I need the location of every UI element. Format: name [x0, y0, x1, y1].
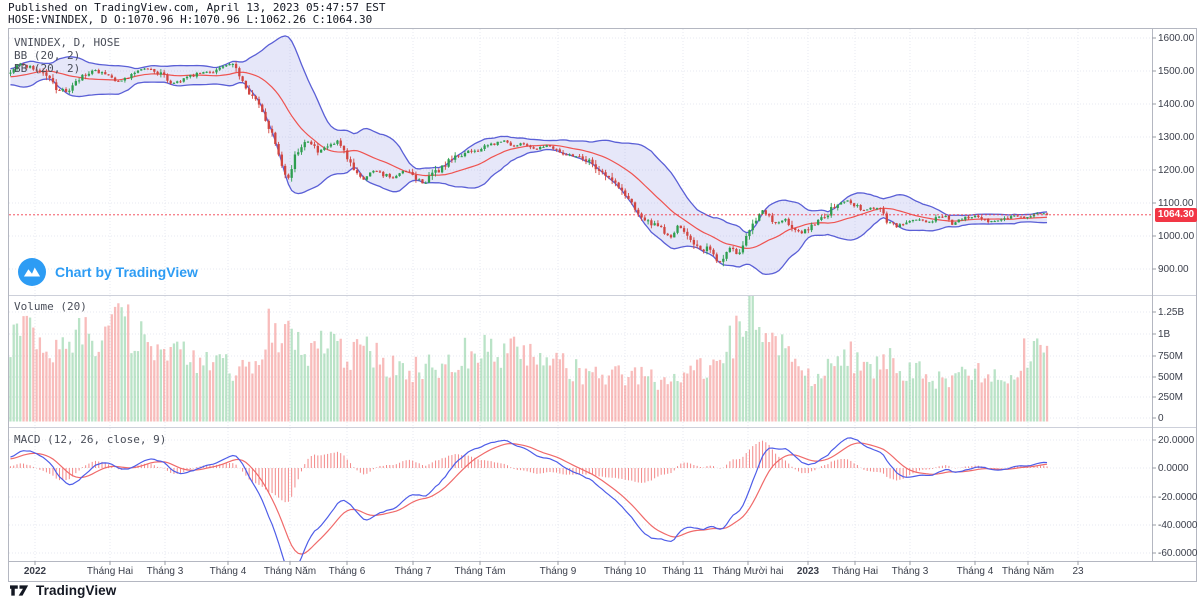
tradingview-footer-logo-icon [10, 583, 29, 598]
chart-canvas[interactable] [0, 0, 1200, 602]
symbol-ohlc-line: HOSE:VNINDEX, D O:1070.96 H:1070.96 L:10… [8, 14, 386, 26]
tv-watermark-link[interactable]: Chart by TradingView [18, 258, 198, 286]
tradingview-snapshot: Published on TradingView.com, April 13, … [0, 0, 1200, 602]
last-price-badge: 1064.30 [1155, 208, 1197, 222]
footer-brand: TradingView [36, 583, 116, 598]
watermark-text: Chart by TradingView [55, 264, 198, 280]
footer-brand-link[interactable]: TradingView [10, 583, 116, 598]
tradingview-cloud-logo-icon [18, 258, 46, 286]
header: Published on TradingView.com, April 13, … [8, 2, 386, 26]
